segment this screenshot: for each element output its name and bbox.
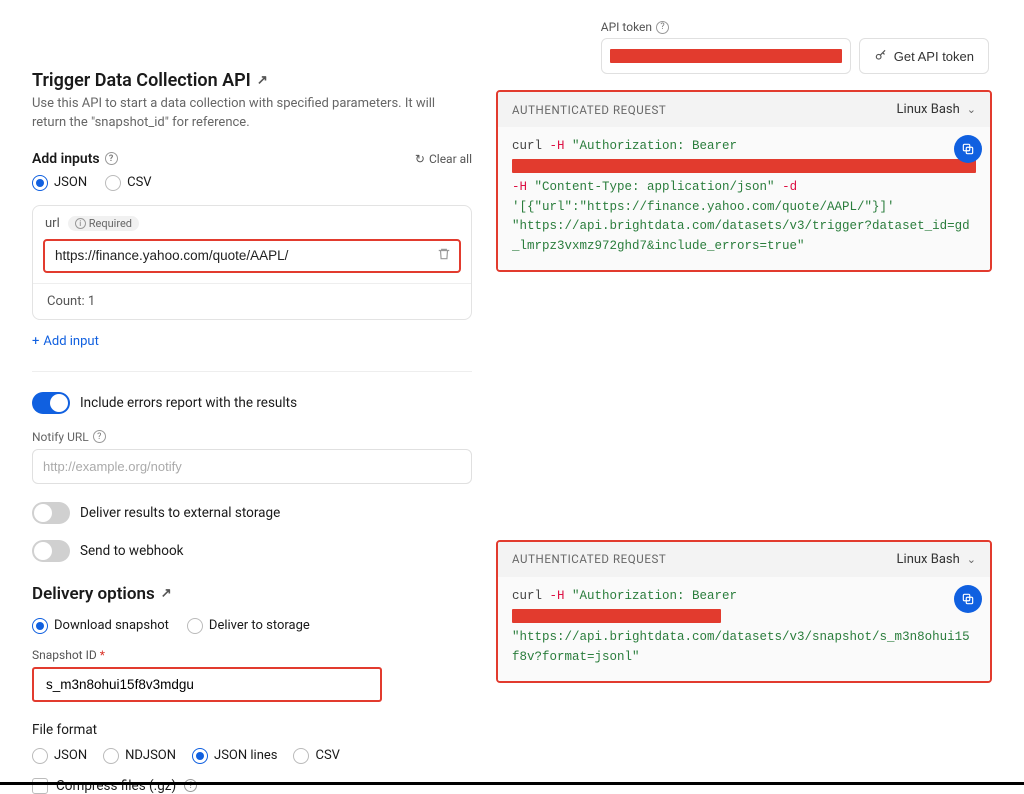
copy-button[interactable] [954,135,982,163]
radio-download-snapshot[interactable]: Download snapshot [32,618,169,634]
count-row: Count: 1 [33,283,471,319]
external-link-icon[interactable]: ↗ [257,73,268,88]
file-format-label: File format [32,722,472,738]
page-description: Use this API to start a data collection … [32,95,472,133]
page-title: Trigger Data Collection API ↗ [32,70,472,91]
compress-checkbox[interactable] [32,778,48,794]
divider [32,371,472,372]
external-link-icon[interactable]: ↗ [161,586,172,601]
snapshot-id-label: Snapshot ID * [32,648,472,662]
input-card: url i Required Count: 1 [32,205,472,320]
notify-url-label: Notify URL ? [32,430,472,444]
url-input[interactable] [43,239,461,273]
redacted-token-line [512,159,976,173]
notify-url-input[interactable] [32,449,472,484]
url-field-label: url [45,216,60,231]
required-badge: i Required [68,216,139,231]
include-errors-label: Include errors report with the results [80,395,297,411]
code-body[interactable]: curl -H "Authorization: Bearer "https://… [498,577,990,681]
key-icon [874,48,888,65]
radio-ff-jsonl[interactable]: JSON lines [192,748,277,764]
snapshot-id-input[interactable] [32,667,382,702]
code-panel-snapshot: AUTHENTICATED REQUEST Linux Bash ⌄ curl … [496,540,992,683]
info-icon: ? [656,21,669,34]
refresh-icon: ↻ [415,152,425,166]
external-storage-toggle[interactable] [32,502,70,524]
auth-request-label: AUTHENTICATED REQUEST [512,103,666,117]
radio-ff-ndjson[interactable]: NDJSON [103,748,176,764]
compress-label: Compress files (.gz) [56,778,176,794]
info-icon[interactable]: ? [93,430,106,443]
include-errors-toggle[interactable] [32,392,70,414]
radio-json[interactable]: JSON [32,175,87,191]
language-select[interactable]: Linux Bash ⌄ [897,102,976,117]
api-token-label: API token ? [601,20,669,34]
copy-button[interactable] [954,585,982,613]
bottom-rule [0,782,1024,785]
add-input-button[interactable]: + Add input [32,328,472,365]
trash-icon[interactable] [437,247,451,265]
radio-csv[interactable]: CSV [105,175,151,191]
radio-deliver-storage[interactable]: Deliver to storage [187,618,310,634]
radio-ff-json[interactable]: JSON [32,748,87,764]
redacted-token [610,49,842,63]
info-icon[interactable]: ? [105,152,118,165]
input-format-radios: JSON CSV [32,175,472,191]
send-webhook-label: Send to webhook [80,543,184,559]
get-api-token-button[interactable]: Get API token [859,38,989,74]
send-webhook-toggle[interactable] [32,540,70,562]
external-storage-label: Deliver results to external storage [80,505,280,521]
auth-request-label: AUTHENTICATED REQUEST [512,552,666,566]
code-body[interactable]: curl -H "Authorization: Bearer -H "Conte… [498,127,990,270]
redacted-token-line [512,609,721,623]
delivery-options-title: Delivery options ↗ [32,584,472,604]
plus-icon: + [32,334,39,349]
code-panel-trigger: AUTHENTICATED REQUEST Linux Bash ⌄ curl … [496,90,992,272]
chevron-down-icon: ⌄ [967,103,976,116]
api-token-input[interactable] [601,38,851,74]
language-select[interactable]: Linux Bash ⌄ [897,552,976,567]
chevron-down-icon: ⌄ [967,553,976,566]
clear-all-button[interactable]: ↻ Clear all [415,152,472,166]
radio-ff-csv[interactable]: CSV [293,748,339,764]
add-inputs-label: Add inputs ? [32,151,118,167]
